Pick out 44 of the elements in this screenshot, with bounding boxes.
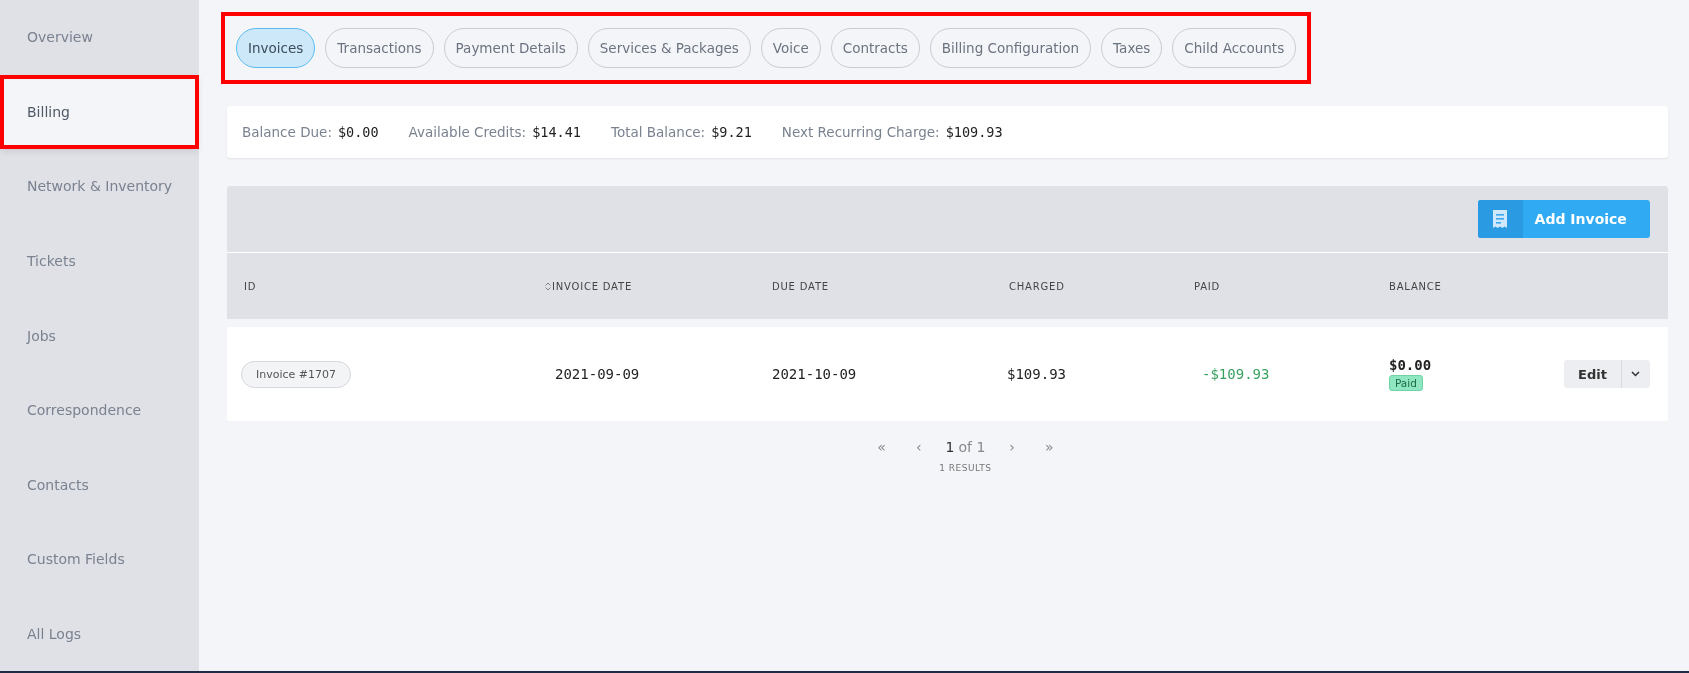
sort-icon[interactable]: [545, 281, 551, 291]
last-page-button[interactable]: »: [1038, 437, 1060, 457]
sidebar-item[interactable]: Correspondence: [0, 372, 199, 448]
balance-amount: $0.00: [1389, 357, 1432, 373]
column-header[interactable]: INVOICE DATE: [552, 280, 632, 292]
next-page-button[interactable]: ›: [1003, 437, 1021, 457]
charged-amount: $109.93: [1007, 366, 1066, 382]
tab[interactable]: Invoices: [236, 28, 316, 68]
summary-label: Available Credits:: [408, 124, 527, 140]
results-count: 1 RESULTS: [939, 463, 992, 473]
sidebar-item[interactable]: Overview: [0, 0, 199, 75]
sidebar-item[interactable]: Billing: [0, 74, 199, 150]
summary-value: $0.00: [337, 124, 379, 140]
add-invoice-button[interactable]: Add Invoice: [1477, 200, 1650, 238]
sidebar-item[interactable]: All Logs: [0, 596, 199, 671]
summary-label: Next Recurring Charge:: [781, 124, 940, 140]
sidebar-item[interactable]: Contacts: [0, 447, 199, 522]
invoice-date: 2021-09-09: [555, 366, 640, 382]
summary-value: $9.21: [711, 124, 752, 140]
column-header: ID: [244, 280, 257, 292]
column-header: PAID: [1194, 280, 1221, 292]
summary-label: Balance Due:: [242, 124, 332, 140]
sidebar-item[interactable]: Network & Inventory: [0, 149, 199, 224]
column-header: BALANCE: [1389, 280, 1442, 292]
due-date: 2021-10-09: [772, 366, 857, 382]
sidebar-item[interactable]: Custom Fields: [0, 521, 199, 597]
status-badge: Paid: [1389, 375, 1423, 391]
sidebar-item[interactable]: Tickets: [0, 223, 199, 299]
page-count: of 1: [958, 439, 986, 455]
summary-value: $14.41: [532, 124, 581, 140]
paid-amount: -$109.93: [1202, 366, 1270, 382]
summary-label: Total Balance:: [610, 124, 706, 140]
previous-page-button[interactable]: ‹: [909, 437, 928, 457]
summary-value: $109.93: [945, 124, 1003, 140]
column-header: CHARGED: [1009, 280, 1065, 292]
edit-button[interactable]: Edit: [1564, 360, 1622, 388]
invoice-link[interactable]: Invoice #1707: [241, 360, 352, 388]
receipt-icon: [1492, 209, 1509, 229]
chevron-down-icon: [1631, 371, 1641, 377]
sidebar-item[interactable]: Jobs: [0, 298, 199, 373]
current-page: 1: [945, 439, 955, 455]
first-page-button[interactable]: «: [871, 437, 892, 457]
column-header: DUE DATE: [772, 280, 829, 292]
dropdown-button[interactable]: [1621, 360, 1650, 388]
